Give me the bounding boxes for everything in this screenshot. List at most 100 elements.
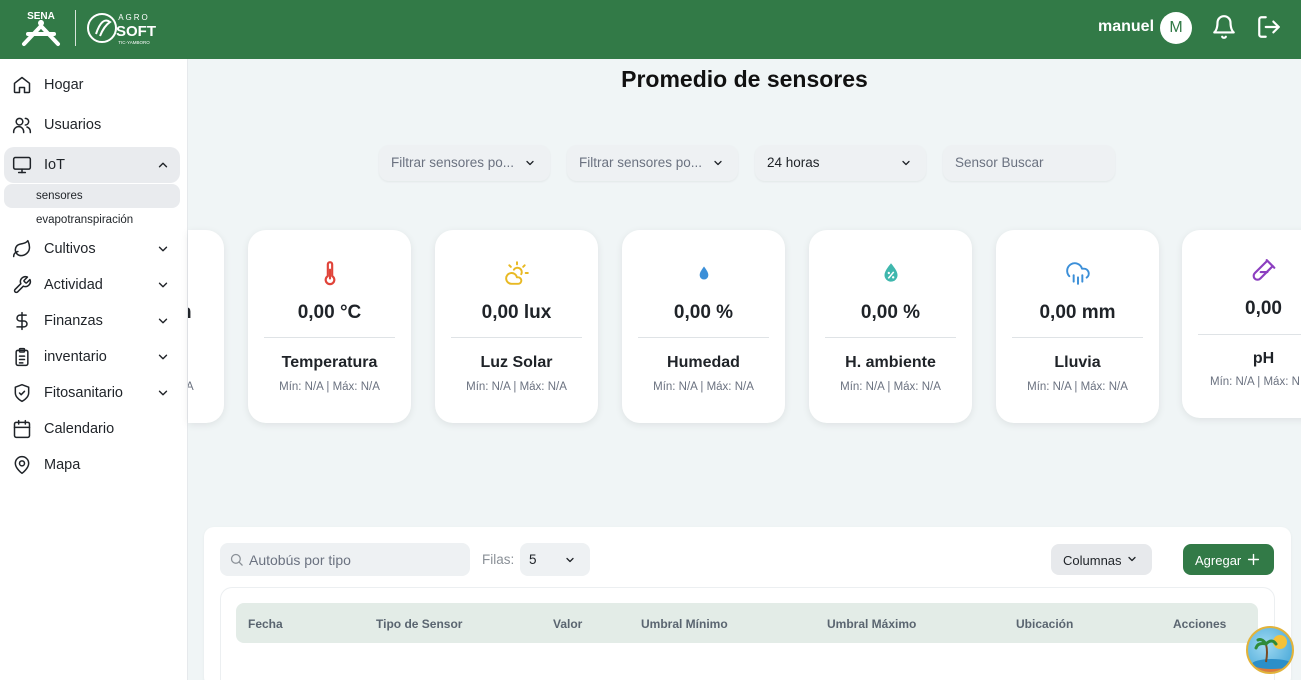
sidebar-item-usuarios[interactable]: Usuarios xyxy=(4,107,180,143)
sensor-name: Humedad xyxy=(667,354,740,371)
chevron-down-icon[interactable] xyxy=(156,350,170,364)
cloud-rain-icon xyxy=(1066,262,1090,285)
column-header-ubicacion[interactable]: Ubicación xyxy=(1016,617,1073,631)
sidebar-item-label: Mapa xyxy=(44,457,81,473)
sensor-search-input[interactable]: Sensor Buscar xyxy=(943,145,1115,181)
leaf-icon xyxy=(12,239,31,258)
sensor-card-humedad: 0,00 % Humedad Mín: N/A | Máx: N/A xyxy=(622,230,785,423)
sensor-card-lluvia: 0,00 mm Lluvia Mín: N/A | Máx: N/A xyxy=(996,230,1159,423)
add-button-label: Agregar xyxy=(1195,553,1242,568)
test-tube-icon xyxy=(1252,259,1276,281)
partial-card-value: n xyxy=(188,302,192,324)
shield-check-icon xyxy=(14,383,30,403)
column-header-fecha[interactable]: Fecha xyxy=(248,617,283,631)
add-button[interactable]: Agregar xyxy=(1183,544,1274,575)
partial-card-minmax: A xyxy=(188,381,194,393)
chevron-down-icon xyxy=(714,160,722,166)
sidebar-item-mapa[interactable]: Mapa xyxy=(4,447,180,483)
sensor-value: 0,00 mm xyxy=(1039,302,1116,323)
agrosoft-agro-text: AGRO xyxy=(118,13,150,22)
sensor-minmax: Mín: N/A | Máx: N/A xyxy=(279,381,380,393)
sensor-name: Temperatura xyxy=(281,354,378,371)
users-icon xyxy=(12,117,32,134)
card-divider xyxy=(1012,337,1143,338)
assistant-fab[interactable] xyxy=(1246,626,1294,674)
sidebar-item-calendario[interactable]: Calendario xyxy=(4,411,180,447)
column-header-acciones[interactable]: Acciones xyxy=(1173,617,1226,631)
sensor-value: 0,00 xyxy=(1245,298,1282,319)
sidebar-item-hogar[interactable]: Hogar xyxy=(4,67,180,103)
sensor-card-luz-solar: 0,00 lux Luz Solar Mín: N/A | Máx: N/A xyxy=(435,230,598,423)
sidebar-subitem-sensores[interactable]: sensores xyxy=(4,184,180,208)
chevron-down-icon[interactable] xyxy=(156,278,170,292)
sidebar-item-label: Cultivos xyxy=(44,241,96,257)
sensor-minmax: Mín: N/A | Máx: N/A xyxy=(1027,381,1128,393)
columns-button-label: Columnas xyxy=(1063,553,1122,568)
chevron-down-icon[interactable] xyxy=(156,242,170,256)
card-divider xyxy=(825,337,956,338)
bell-icon[interactable] xyxy=(1211,14,1237,40)
sidebar-subitem-label: evapotranspiración xyxy=(36,214,134,226)
sensor-minmax: Mín: N/A | Máx: N/A xyxy=(653,381,754,393)
page-title: Promedio de sensores xyxy=(621,66,868,92)
top-header: SENA AGRO SOFT TIC-YAMBORO manuel M xyxy=(0,0,1301,59)
card-divider xyxy=(1198,334,1301,335)
chevron-down-icon xyxy=(902,160,910,166)
sidebar-item-label: Calendario xyxy=(44,421,115,437)
chevron-down-icon[interactable] xyxy=(156,386,170,400)
sensor-value: 0,00 % xyxy=(673,302,734,323)
time-range-select[interactable]: 24 horas xyxy=(755,145,926,181)
sidebar-item-label: Finanzas xyxy=(44,313,103,329)
sensor-name: Luz Solar xyxy=(480,354,553,371)
column-header-umbral-minimo[interactable]: Umbral Mínimo xyxy=(641,617,728,631)
sidebar-item-label: Actividad xyxy=(44,277,103,293)
table-search-placeholder: Autobús por tipo xyxy=(249,552,351,568)
sidebar: Hogar Usuarios IoT sensores evapotranspi… xyxy=(0,59,188,680)
column-header-umbral-maximo[interactable]: Umbral Máximo xyxy=(827,617,916,631)
sidebar-subitem-evapotranspiracion[interactable]: evapotranspiración xyxy=(4,208,180,232)
sensor-minmax: Mín: N/A | Máx: N xyxy=(1210,376,1300,388)
sensor-minmax: Mín: N/A | Máx: N/A xyxy=(466,381,567,393)
table-search-input[interactable]: Autobús por tipo xyxy=(220,543,470,576)
sensor-card-ph: 0,00 pH Mín: N/A | Máx: N xyxy=(1182,230,1301,418)
sensor-filter-select-2[interactable]: Filtrar sensores po... xyxy=(567,145,738,181)
avatar[interactable]: M xyxy=(1160,12,1192,44)
sidebar-item-cultivos[interactable]: Cultivos xyxy=(4,231,180,267)
rows-per-page-value: 5 xyxy=(529,552,537,567)
sidebar-item-fitosanitario[interactable]: Fitosanitario xyxy=(4,375,180,411)
sidebar-item-actividad[interactable]: Actividad xyxy=(4,267,180,303)
chevron-down-icon xyxy=(566,557,574,563)
rows-per-page-select[interactable]: 5 xyxy=(520,543,590,576)
sensor-value: 0,00 lux xyxy=(481,302,552,323)
card-divider xyxy=(264,337,395,338)
droplet-percent-icon xyxy=(884,263,898,282)
thermometer-icon xyxy=(324,261,336,286)
sidebar-item-inventario[interactable]: inventario xyxy=(4,339,180,375)
time-range-value: 24 horas xyxy=(767,155,820,170)
agrosoft-sub-text: TIC-YAMBORO xyxy=(118,40,150,45)
sidebar-item-finanzas[interactable]: Finanzas xyxy=(4,303,180,339)
agrosoft-logo[interactable]: AGRO SOFT TIC-YAMBORO xyxy=(86,8,158,48)
user-name: manuel xyxy=(1098,18,1155,35)
sena-logo[interactable]: SENA xyxy=(20,8,62,48)
chevron-up-icon[interactable] xyxy=(156,158,170,172)
card-divider xyxy=(638,337,769,338)
column-header-tipo-sensor[interactable]: Tipo de Sensor xyxy=(376,617,462,631)
card-divider xyxy=(451,337,582,338)
columns-button[interactable]: Columnas xyxy=(1051,544,1152,575)
column-header-valor[interactable]: Valor xyxy=(553,617,582,631)
sensor-minmax: Mín: N/A | Máx: N/A xyxy=(840,381,941,393)
chevron-down-icon[interactable] xyxy=(156,314,170,328)
sensor-card-h-ambiente: 0,00 % H. ambiente Mín: N/A | Máx: N/A xyxy=(809,230,972,423)
wrench-icon xyxy=(13,275,32,294)
sensor-value: 0,00 % xyxy=(860,302,921,323)
logout-icon[interactable] xyxy=(1256,14,1282,40)
sensor-filter-select-1[interactable]: Filtrar sensores po... xyxy=(379,145,550,181)
monitor-icon xyxy=(12,156,32,174)
sun-cloud-icon xyxy=(505,261,529,285)
map-pin-icon xyxy=(14,455,30,475)
home-icon xyxy=(13,76,31,94)
rows-per-page-label: Filas: xyxy=(482,552,515,567)
sensor-card-temperatura: 0,00 °C Temperatura Mín: N/A | Máx: N/A xyxy=(248,230,411,423)
sidebar-item-iot[interactable]: IoT xyxy=(4,147,180,183)
